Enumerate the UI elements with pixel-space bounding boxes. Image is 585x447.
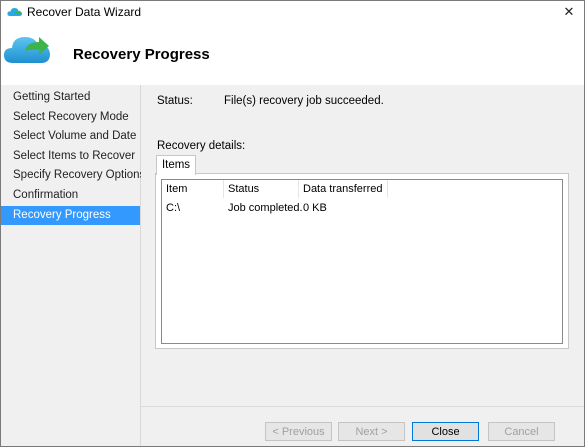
previous-button[interactable]: < Previous xyxy=(265,422,332,441)
title-bar: Recover Data Wizard ✕ xyxy=(1,1,584,23)
step-specify-recovery-options: Specify Recovery Options xyxy=(13,169,146,182)
close-button[interactable]: Close xyxy=(412,422,479,441)
items-tab-panel: Item Status Data transferred C:\ Job com… xyxy=(155,173,569,349)
step-getting-started: Getting Started xyxy=(13,91,91,103)
recovery-items-list[interactable]: Item Status Data transferred C:\ Job com… xyxy=(161,179,563,344)
step-select-items-to-recover: Select Items to Recover xyxy=(13,149,136,162)
step-select-volume-and-date: Select Volume and Date xyxy=(13,130,137,143)
wizard-steps-sidebar: Getting Started Select Recovery Mode Sel… xyxy=(1,85,146,446)
step-select-recovery-mode: Select Recovery Mode xyxy=(13,110,129,123)
close-window-icon[interactable]: ✕ xyxy=(558,2,580,22)
row-data-cell[interactable]: 0 KB xyxy=(299,200,388,216)
column-header-status[interactable]: Status xyxy=(224,180,299,198)
window-title: Recover Data Wizard xyxy=(27,5,142,19)
wizard-window: Recover Data Wizard ✕ Recovery Progress … xyxy=(0,0,585,447)
next-button[interactable]: Next > xyxy=(338,422,405,441)
status-value: File(s) recovery job succeeded. xyxy=(224,95,384,107)
column-header-item[interactable]: Item xyxy=(162,180,224,198)
wizard-header: Recovery Progress xyxy=(1,23,584,85)
main-content: Status: File(s) recovery job succeeded. … xyxy=(141,85,584,406)
recovery-details-label: Recovery details: xyxy=(157,140,246,152)
page-title: Recovery Progress xyxy=(73,46,210,63)
step-confirmation: Confirmation xyxy=(13,188,79,201)
status-label: Status: xyxy=(157,95,193,107)
cloud-recovery-icon xyxy=(4,37,50,63)
step-recovery-progress: Recovery Progress xyxy=(1,205,140,226)
tab-items[interactable]: Items xyxy=(156,155,196,175)
wizard-footer: < Previous Next > Close Cancel xyxy=(141,406,584,446)
cancel-button[interactable]: Cancel xyxy=(488,422,555,441)
row-status-cell[interactable]: Job completed. xyxy=(224,200,303,216)
cloud-app-icon xyxy=(7,8,22,16)
column-header-data-transferred[interactable]: Data transferred xyxy=(299,180,388,198)
row-item-cell[interactable]: C:\ xyxy=(162,200,224,216)
